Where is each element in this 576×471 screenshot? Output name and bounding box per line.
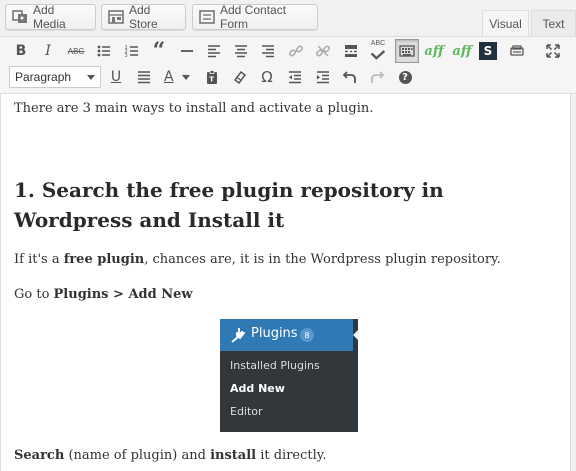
plugins-menu-header: Plugins 8 [220, 319, 353, 351]
spellcheck-icon: ABC [370, 39, 386, 47]
align-left-button[interactable] [202, 39, 226, 63]
tab-visual[interactable]: Visual [482, 10, 529, 36]
submenu-editor: Editor [230, 405, 263, 418]
horizontal-line-button[interactable] [175, 39, 199, 63]
media-icon [12, 10, 28, 24]
undo-button[interactable] [338, 65, 362, 89]
help-icon: ? [398, 70, 412, 84]
align-left-icon [208, 45, 220, 58]
outdent-button[interactable] [283, 65, 307, 89]
media-buttons-bar: Add Media Add Store Add Contact Form Vis… [0, 0, 576, 36]
align-right-button[interactable] [256, 39, 280, 63]
plug-icon [231, 328, 245, 343]
toolbar-toggle-button[interactable] [395, 39, 419, 63]
omega-icon: Ω [261, 68, 273, 86]
indent-icon [317, 71, 329, 84]
help-button[interactable]: ? [393, 65, 417, 89]
text-color-icon: A [164, 69, 174, 85]
align-right-icon [262, 45, 274, 58]
add-contact-form-button[interactable]: Add Contact Form [192, 3, 318, 31]
section-heading: 1. Search the free plugin repository in … [14, 178, 444, 232]
format-select[interactable]: Paragraph [9, 66, 101, 88]
horizontal-line-icon [181, 50, 193, 52]
tab-text[interactable]: Text [531, 10, 576, 36]
clipboard-icon: T [207, 70, 217, 84]
eraser-icon [233, 70, 247, 85]
numbered-list-icon: 123 [125, 45, 138, 59]
paragraph-free-plugin: If it's a free plugin, chances are, it i… [14, 252, 501, 267]
svg-text:T: T [209, 76, 214, 84]
align-center-icon [235, 45, 247, 58]
bold-button[interactable]: B [9, 39, 33, 63]
redo-button[interactable] [365, 65, 389, 89]
menu-arrow [353, 329, 359, 341]
aff-button-2[interactable]: aff [450, 39, 474, 63]
aff-button-1[interactable]: aff [422, 39, 446, 63]
italic-icon: I [45, 43, 51, 59]
store-icon [108, 10, 124, 24]
submenu-add-new: Add New [230, 382, 285, 395]
submenu-installed-plugins: Installed Plugins [230, 359, 320, 372]
chevron-down-icon [181, 74, 190, 80]
svg-text:3: 3 [125, 53, 128, 59]
italic-button[interactable]: I [36, 39, 60, 63]
keyboard-shortcut-button[interactable] [505, 39, 529, 63]
editor-toolbar: B I ABC 123 “ ABC aff aff S Paragraph U … [0, 36, 576, 94]
bulleted-list-icon [97, 45, 110, 57]
blockquote-button[interactable]: “ [147, 38, 171, 64]
bulleted-list-button[interactable] [92, 39, 116, 63]
chevron-down-icon [87, 75, 95, 80]
plugins-menu-screenshot: Plugins 8 Installed Plugins Add New Edit… [220, 319, 359, 432]
add-media-button[interactable]: Add Media [5, 3, 96, 31]
paragraph-search-install: Search (name of plugin) and install it d… [14, 448, 327, 463]
check-icon [370, 49, 386, 60]
justify-icon [138, 71, 150, 84]
keyboard-icon [399, 45, 415, 57]
bold-icon: B [15, 43, 27, 59]
text-color-button[interactable]: A [160, 65, 194, 89]
printer-icon [510, 45, 524, 56]
indent-button[interactable] [311, 65, 335, 89]
outdent-icon [289, 71, 301, 84]
strikethrough-icon: ABC [67, 46, 85, 56]
special-character-button[interactable]: Ω [255, 65, 279, 89]
underline-button[interactable]: U [104, 65, 128, 89]
read-more-icon [345, 45, 357, 57]
editor-content[interactable]: There are 3 main ways to install and act… [0, 94, 570, 471]
s-logo-icon: S [483, 44, 493, 58]
align-center-button[interactable] [229, 39, 253, 63]
unlink-icon [316, 45, 330, 57]
form-icon [199, 10, 215, 24]
underline-icon: U [110, 69, 122, 85]
clear-formatting-button[interactable] [228, 65, 252, 89]
justify-button[interactable] [132, 65, 156, 89]
fullscreen-icon [546, 44, 560, 58]
s-plugin-button[interactable]: S [479, 42, 497, 60]
remove-link-button[interactable] [311, 39, 335, 63]
paragraph-go-to: Go to Plugins > Add New [14, 287, 193, 302]
paste-as-text-button[interactable]: T [200, 65, 224, 89]
redo-icon [371, 71, 385, 83]
spellcheck-button[interactable]: ABC [366, 39, 390, 63]
content-scrollbar[interactable] [570, 94, 576, 471]
link-icon [289, 45, 303, 57]
strikethrough-button[interactable]: ABC [64, 39, 88, 63]
undo-icon [342, 71, 356, 83]
add-store-button[interactable]: Add Store [101, 3, 186, 31]
fullscreen-button[interactable] [541, 39, 565, 63]
blockquote-icon: “ [152, 38, 166, 64]
aff-plus-icon: aff [452, 43, 472, 59]
intro-paragraph: There are 3 main ways to install and act… [14, 101, 374, 116]
aff-icon: aff [424, 43, 444, 59]
read-more-button[interactable] [339, 39, 363, 63]
insert-link-button[interactable] [284, 39, 308, 63]
numbered-list-button[interactable]: 123 [120, 39, 144, 63]
update-count-badge: 8 [300, 328, 314, 342]
